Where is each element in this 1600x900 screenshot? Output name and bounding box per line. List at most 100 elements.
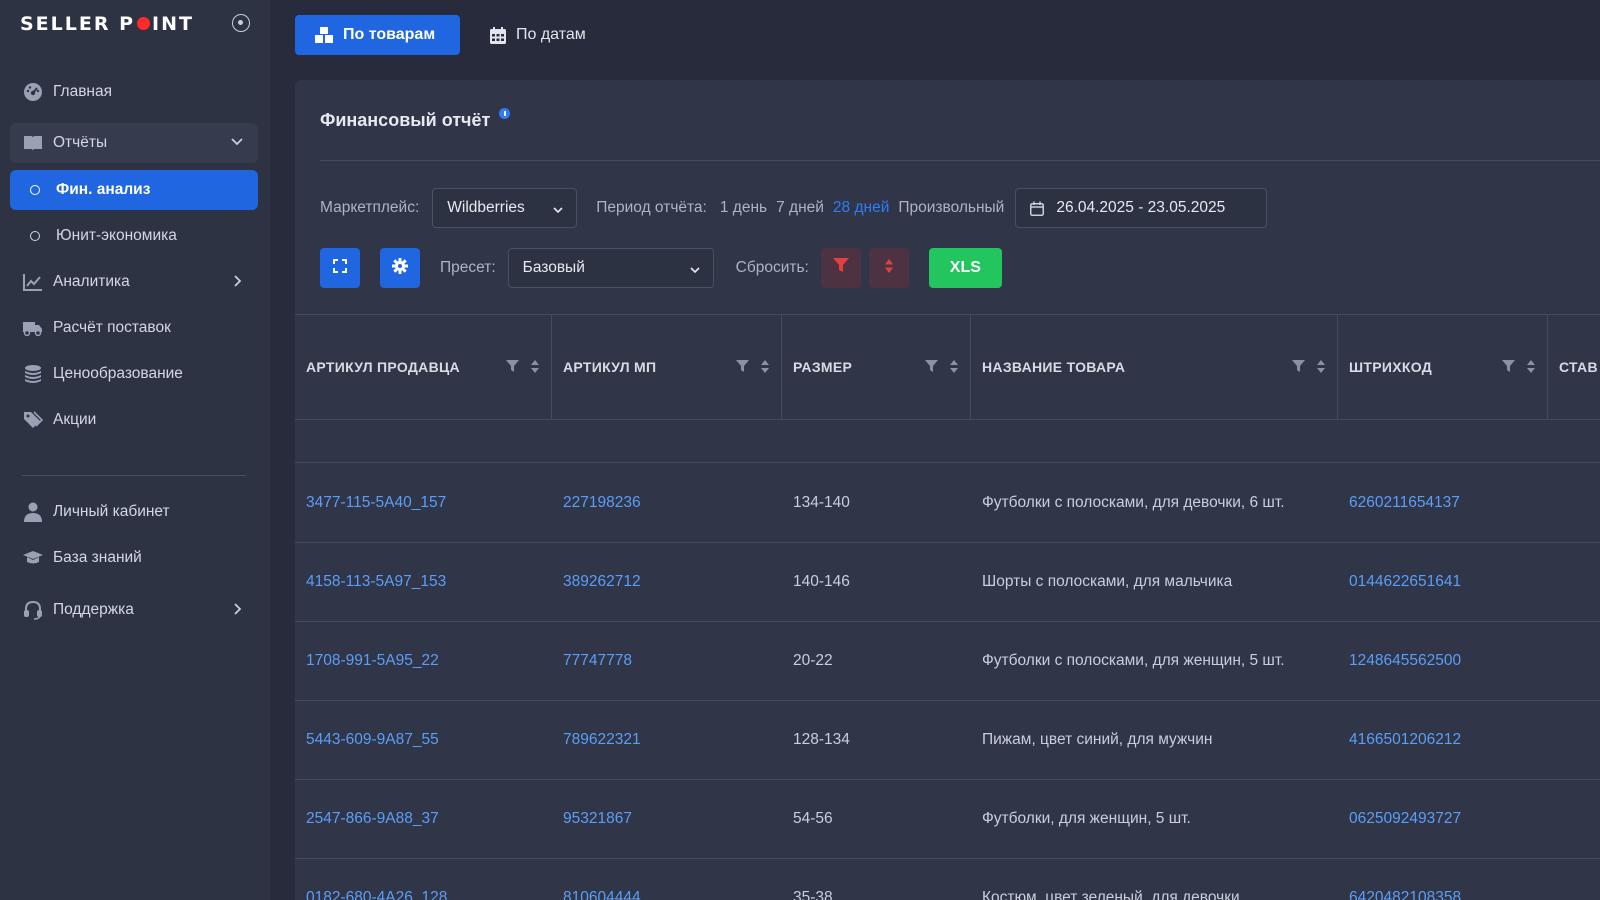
cell-mp-sku[interactable]: 227198236 (552, 464, 641, 542)
dashboard-icon (23, 82, 43, 102)
preset-select[interactable]: Базовый (507, 248, 714, 288)
column-header-mp-sku[interactable]: АРТИКУЛ МП (552, 315, 782, 419)
settings-button[interactable] (380, 248, 420, 288)
filter-icon (832, 258, 849, 278)
filter-icon[interactable] (925, 360, 938, 376)
sidebar-item-supply-calc[interactable]: Расчёт поставок (10, 308, 258, 348)
period-option-custom[interactable]: Произвольный (898, 199, 1004, 217)
table-row[interactable]: 4158-113-5A97_153 389262712 140-146 Шорт… (295, 543, 1600, 622)
cell-mp-sku[interactable]: 95321867 (552, 780, 632, 858)
cell-seller-sku[interactable]: 0182-680-4A26_128 (295, 859, 447, 900)
cell-barcode[interactable]: 6420482108358 (1338, 859, 1461, 900)
cell-seller-sku[interactable]: 5443-609-9A87_55 (295, 701, 439, 779)
cell-mp-sku[interactable]: 789622321 (552, 701, 641, 779)
table-row[interactable]: 1708-991-5A95_22 77747778 20-22 Футболки… (295, 622, 1600, 701)
reset-sort-button[interactable] (868, 248, 909, 288)
logo-dot-icon (137, 16, 151, 30)
column-header-label: СТАВ (1559, 359, 1598, 375)
marketplace-select[interactable]: Wildberries (432, 188, 578, 228)
filter-icon[interactable] (1292, 360, 1305, 376)
filter-icon[interactable] (736, 360, 749, 376)
user-icon (23, 502, 43, 522)
expand-icon (333, 258, 347, 278)
panel-title: Финансовый отчёт (320, 108, 511, 131)
column-header-label: РАЗМЕР (793, 359, 853, 375)
column-header-label: АРТИКУЛ ПРОДАВЦА (306, 359, 460, 375)
filter-icon[interactable] (506, 360, 519, 376)
sidebar-item-home[interactable]: Главная (10, 72, 258, 112)
sidebar: SELLER P INT Главная Отчёты Фин. анализ Ю… (0, 0, 270, 900)
chart-line-icon (23, 272, 43, 292)
date-range-picker[interactable]: 26.04.2025 - 23.05.2025 (1015, 188, 1268, 228)
period-option-28-days[interactable]: 28 дней (833, 199, 889, 217)
sort-icon[interactable] (761, 360, 769, 376)
sidebar-item-unit-economics[interactable]: Юнит-экономика (10, 216, 258, 256)
preset-label: Пресет: (440, 259, 496, 276)
cell-mp-sku[interactable]: 810604444 (552, 859, 641, 900)
cell-seller-sku[interactable]: 2547-866-9A88_37 (295, 780, 439, 858)
cell-barcode[interactable]: 1248645562500 (1338, 622, 1461, 700)
boxes-icon (315, 27, 333, 43)
chevron-down-icon (689, 263, 701, 281)
marketplace-label: Маркетплейс: (320, 199, 420, 216)
logo[interactable]: SELLER P INT (20, 12, 194, 36)
sort-icon[interactable] (1527, 360, 1535, 376)
column-header-barcode[interactable]: ШТРИХКОД (1338, 315, 1548, 419)
cell-barcode[interactable]: 0144622651641 (1338, 543, 1461, 621)
column-header-seller-sku[interactable]: АРТИКУЛ ПРОДАВЦА (295, 315, 552, 419)
export-xls-button[interactable]: XLS (928, 248, 1002, 288)
table-row[interactable]: 5443-609-9A87_55 789622321 128-134 Пижам… (295, 701, 1600, 780)
calendar-icon (1030, 201, 1045, 216)
chevron-down-icon (552, 203, 564, 221)
filter-icon[interactable] (1502, 360, 1515, 376)
cell-product-name: Пижам, цвет синий, для мужчин (982, 731, 1213, 748)
sidebar-item-fin-analysis[interactable]: Фин. анализ (10, 170, 258, 210)
cell-seller-sku[interactable]: 3477-115-5A40_157 (295, 464, 446, 542)
reset-filters-button[interactable] (820, 248, 861, 288)
sidebar-item-analytics[interactable]: Аналитика (10, 262, 258, 302)
sidebar-item-account[interactable]: Личный кабинет (10, 492, 258, 532)
truck-icon (23, 318, 43, 338)
tools-row: Пресет: Базовый Сбросить: XLS (320, 248, 1002, 288)
sort-icon[interactable] (950, 360, 958, 376)
column-header-rate[interactable]: СТАВ (1548, 315, 1600, 419)
sort-icon[interactable] (1317, 360, 1325, 376)
cell-seller-sku[interactable]: 4158-113-5A97_153 (295, 543, 446, 621)
period-option-1-day[interactable]: 1 день (720, 199, 767, 217)
tab-label: По товарам (343, 26, 436, 43)
sidebar-item-pricing[interactable]: Ценообразование (10, 354, 258, 394)
tab-by-products[interactable]: По товарам (295, 15, 460, 55)
sidebar-toggle-icon[interactable] (232, 14, 250, 32)
sidebar-item-label: Юнит-экономика (56, 227, 177, 244)
fullscreen-button[interactable] (320, 248, 360, 288)
sidebar-item-label: Личный кабинет (53, 503, 170, 520)
cell-barcode[interactable]: 6260211654137 (1338, 464, 1460, 542)
table-row[interactable]: 2547-866-9A88_37 95321867 54-56 Футболки… (295, 780, 1600, 859)
table-row[interactable]: 3477-115-5A40_157 227198236 134-140 Футб… (295, 464, 1600, 543)
calendar-icon (490, 26, 506, 44)
cell-seller-sku[interactable]: 1708-991-5A95_22 (295, 622, 439, 700)
tab-by-dates[interactable]: По датам (470, 15, 606, 55)
sidebar-item-promotions[interactable]: Акции (10, 400, 258, 440)
column-header-size[interactable]: РАЗМЕР (782, 315, 971, 419)
cell-size: 140-146 (793, 573, 850, 590)
cell-barcode[interactable]: 4166501206212 (1338, 701, 1461, 779)
sort-icon[interactable] (531, 360, 539, 376)
cell-mp-sku[interactable]: 77747778 (552, 622, 632, 700)
period-label: Период отчёта: (596, 199, 707, 216)
sidebar-item-reports[interactable]: Отчёты (10, 123, 258, 163)
table-row[interactable]: 0182-680-4A26_128 810604444 35-38 Костюм… (295, 859, 1600, 900)
sidebar-item-support[interactable]: Поддержка (10, 590, 258, 630)
circle-icon (30, 231, 40, 241)
cell-barcode[interactable]: 0625092493727 (1338, 780, 1461, 858)
cell-mp-sku[interactable]: 389262712 (552, 543, 641, 621)
circle-icon (30, 185, 40, 195)
column-header-product-name[interactable]: НАЗВАНИЕ ТОВАРА (971, 315, 1338, 419)
sidebar-item-label: Главная (53, 83, 112, 100)
sidebar-item-label: Фин. анализ (56, 181, 151, 198)
book-icon (23, 133, 43, 153)
info-icon[interactable] (499, 108, 511, 119)
period-option-7-days[interactable]: 7 дней (776, 199, 824, 217)
sidebar-item-knowledge-base[interactable]: База знаний (10, 538, 258, 578)
headset-icon (23, 600, 43, 620)
